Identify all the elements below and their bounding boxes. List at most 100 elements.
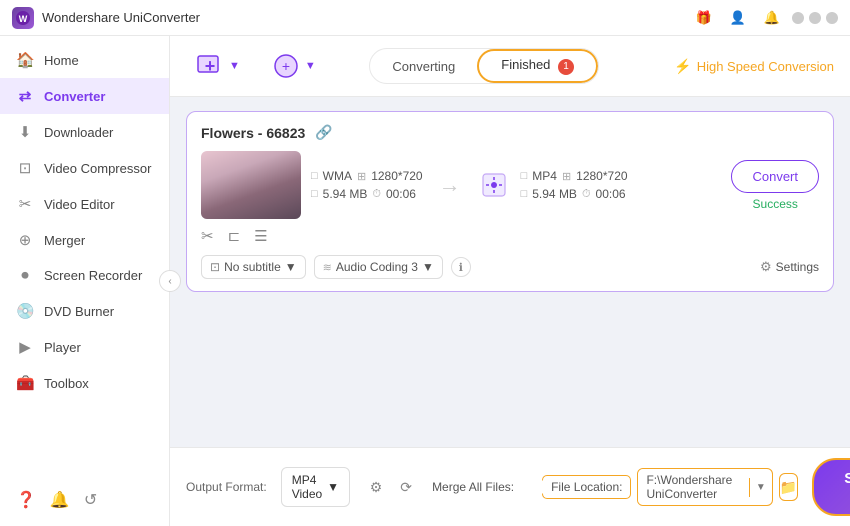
sidebar: 🏠 Home ⇄ Converter ⬇ Downloader ⊡ Video … xyxy=(0,36,170,526)
file-body: □ WMA ⊞ 1280*720 □ 5.94 MB ⏱ 00:06 xyxy=(201,151,819,219)
convert-button[interactable]: Convert xyxy=(731,160,819,193)
output-format-label: Output Format: xyxy=(186,480,267,494)
svg-text:W: W xyxy=(19,14,28,24)
target-format-row: □ MP4 ⊞ 1280*720 xyxy=(521,169,628,183)
tab-group: Converting Finished 1 xyxy=(369,48,599,84)
sidebar-collapse-button[interactable]: ‹ xyxy=(159,270,181,292)
format-settings-icon[interactable]: ⚙ xyxy=(364,475,388,499)
downloader-icon: ⬇ xyxy=(16,123,34,141)
app-title: Wondershare UniConverter xyxy=(42,10,690,25)
content-area: Flowers - 66823 🔗 □ WMA ⊞ 1280*7 xyxy=(170,97,850,447)
lightning-icon: ⚡ xyxy=(674,58,691,75)
thumbnail-image xyxy=(201,151,301,219)
source-size: 5.94 MB xyxy=(323,187,368,201)
edit-settings-icon[interactable] xyxy=(481,172,507,198)
minimize-button[interactable]: — xyxy=(792,12,804,24)
title-bar-actions: 🎁 👤 🔔 — □ ✕ xyxy=(690,4,838,32)
app-logo: W xyxy=(12,7,34,29)
source-format: WMA xyxy=(323,169,352,183)
merge-label: Merge All Files: xyxy=(432,480,514,494)
size-icon: □ xyxy=(311,188,318,200)
copy-icon[interactable]: ⊏ xyxy=(228,227,241,245)
sidebar-item-downloader[interactable]: ⬇ Downloader xyxy=(0,114,169,150)
subtitle-dropdown-icon: ▼ xyxy=(285,260,297,274)
tab-finished[interactable]: Finished 1 xyxy=(477,49,598,83)
sidebar-item-video-compressor[interactable]: ⊡ Video Compressor xyxy=(0,150,169,186)
menu-icon[interactable]: ☰ xyxy=(254,227,267,245)
file-location-input[interactable]: F:\Wondershare UniConverter ▼ xyxy=(637,468,772,506)
subtitle-select[interactable]: ⊡ No subtitle ▼ xyxy=(201,255,306,279)
refresh-icon[interactable]: ↺ xyxy=(84,490,97,510)
player-icon: ▶ xyxy=(16,338,34,356)
close-button[interactable]: ✕ xyxy=(826,12,838,24)
output-format-select[interactable]: MP4 Video ▼ xyxy=(281,467,350,507)
file-thumbnail xyxy=(201,151,301,219)
sidebar-item-video-editor[interactable]: ✂ Video Editor xyxy=(0,186,169,222)
add-screen-button[interactable]: + ▼ xyxy=(262,46,326,86)
subtitle-icon: ⊡ xyxy=(210,260,220,274)
file-actions: Convert Success xyxy=(731,160,819,211)
user-icon[interactable]: 👤 xyxy=(724,4,752,32)
main-content: + ▼ + ▼ Converting Finished 1 xyxy=(170,36,850,526)
sidebar-item-player[interactable]: ▶ Player xyxy=(0,329,169,365)
format-share-icon[interactable]: ⟳ xyxy=(394,475,418,499)
svg-text:+: + xyxy=(282,58,290,74)
merger-icon: ⊕ xyxy=(16,231,34,249)
sidebar-item-screen-recorder[interactable]: ⏺ Screen Recorder xyxy=(0,258,169,293)
file-card: Flowers - 66823 🔗 □ WMA ⊞ 1280*7 xyxy=(186,111,834,292)
audio-waves-icon: ≋ xyxy=(323,261,332,274)
output-format-value: MP4 Video xyxy=(292,473,322,501)
sidebar-item-merger[interactable]: ⊕ Merger xyxy=(0,222,169,258)
sidebar-item-dvd-burner[interactable]: 💿 DVD Burner xyxy=(0,293,169,329)
target-format-icon: □ xyxy=(521,170,528,182)
source-resolution: 1280*720 xyxy=(371,169,422,183)
sidebar-item-converter[interactable]: ⇄ Converter xyxy=(0,78,169,114)
high-speed-button[interactable]: ⚡ High Speed Conversion xyxy=(674,58,834,75)
file-name: Flowers - 66823 xyxy=(201,125,305,141)
sidebar-item-home[interactable]: 🏠 Home xyxy=(0,42,169,78)
file-link-icon[interactable]: 🔗 xyxy=(315,124,332,141)
toolbox-icon: 🧰 xyxy=(16,374,34,392)
source-format-row: □ WMA ⊞ 1280*720 xyxy=(311,169,423,183)
audio-dropdown-icon: ▼ xyxy=(422,260,434,274)
format-dropdown-icon: ▼ xyxy=(327,480,339,494)
scissors-icon[interactable]: ✂ xyxy=(201,227,214,245)
source-meta: □ WMA ⊞ 1280*720 □ 5.94 MB ⏱ 00:06 xyxy=(311,169,423,201)
target-meta: □ MP4 ⊞ 1280*720 □ 5.94 MB ⏱ 00:06 xyxy=(521,169,628,201)
video-editor-icon: ✂ xyxy=(16,195,34,213)
finished-badge: 1 xyxy=(558,59,574,75)
file-location-dropdown[interactable]: ▼ xyxy=(749,478,772,497)
maximize-button[interactable]: □ xyxy=(809,12,821,24)
info-button[interactable]: ℹ xyxy=(451,257,471,277)
gift-icon[interactable]: 🎁 xyxy=(690,4,718,32)
sidebar-label-video-editor: Video Editor xyxy=(44,197,115,212)
add-files-button[interactable]: + ▼ xyxy=(186,46,250,86)
sidebar-item-toolbox[interactable]: 🧰 Toolbox xyxy=(0,365,169,401)
start-all-button[interactable]: Start All xyxy=(812,458,850,516)
notification-icon[interactable]: 🔔 xyxy=(50,490,70,510)
target-size: 5.94 MB xyxy=(532,187,577,201)
file-folder-button[interactable]: 📁 xyxy=(779,473,798,501)
window-controls: — □ ✕ xyxy=(792,12,838,24)
target-dur-icon: ⏱ xyxy=(582,188,591,201)
target-format: MP4 xyxy=(532,169,557,183)
sidebar-label-screen-recorder: Screen Recorder xyxy=(44,268,142,283)
svg-text:+: + xyxy=(205,56,216,76)
file-location-path: F:\Wondershare UniConverter xyxy=(638,469,748,505)
screen-recorder-icon: ⏺ xyxy=(16,267,34,284)
convert-arrow-icon: → xyxy=(439,172,461,198)
dvd-burner-icon: 💿 xyxy=(16,302,34,320)
help-icon[interactable]: ❓ xyxy=(16,490,36,510)
target-size-icon: □ xyxy=(521,188,528,200)
target-duration: 00:06 xyxy=(596,187,626,201)
toolbar: + ▼ + ▼ Converting Finished 1 xyxy=(170,36,850,97)
settings-button[interactable]: ⚙ Settings xyxy=(760,259,819,275)
audio-select[interactable]: ≋ Audio Coding 3 ▼ xyxy=(314,255,443,279)
edit-icons-row: ✂ ⊏ ☰ xyxy=(201,219,819,247)
bell-icon[interactable]: 🔔 xyxy=(758,4,786,32)
sidebar-label-merger: Merger xyxy=(44,233,85,248)
tab-converting[interactable]: Converting xyxy=(370,49,477,83)
high-speed-label: High Speed Conversion xyxy=(697,59,834,74)
sidebar-label-player: Player xyxy=(44,340,81,355)
settings-bar: ⊡ No subtitle ▼ ≋ Audio Coding 3 ▼ ℹ ⚙ S… xyxy=(201,255,819,279)
